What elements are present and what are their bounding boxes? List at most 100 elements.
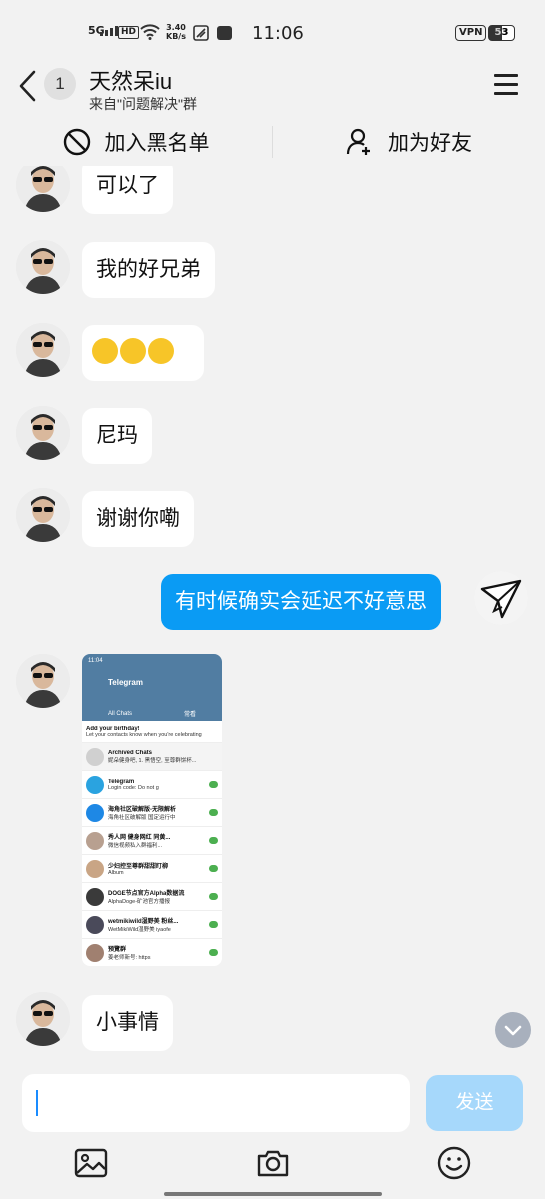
unread-count-badge[interactable]: 1 bbox=[44, 68, 76, 100]
crying-emoji-icon bbox=[148, 338, 174, 365]
camera-icon[interactable] bbox=[255, 1145, 291, 1181]
message-bubble[interactable]: 尼玛 bbox=[82, 408, 152, 464]
clock: 11:06 bbox=[252, 23, 304, 44]
battery-level: 53 bbox=[494, 27, 509, 38]
text-caret bbox=[36, 1090, 38, 1116]
chat-title: 天然呆iu bbox=[89, 69, 173, 94]
screenshot-chat-avatar bbox=[86, 887, 104, 906]
composer: 发送 bbox=[0, 1070, 545, 1136]
screenshot-chat-row: 预覽群 姜老师新号: https bbox=[82, 939, 222, 966]
emoji-message-bubble[interactable] bbox=[82, 325, 204, 381]
screenshot-app-title: Telegram bbox=[108, 678, 143, 687]
screenshot-chat-avatar bbox=[86, 915, 104, 934]
screenshot-chat-row: wetmikiwild湿野美 粉丝... WetMikiWild湿野美 iyaof… bbox=[82, 911, 222, 939]
chevron-down-icon bbox=[504, 1025, 522, 1036]
screenshot-unread-badge bbox=[209, 781, 218, 788]
screenshot-chat-name: wetmikiwild湿野美 粉丝... bbox=[108, 919, 179, 925]
screenshot-chat-preview: 妮朵健身吧, 1. 黑悟空, 至尊群饼杯... bbox=[108, 757, 197, 764]
screenshot-chat-row: 海角社区破解版-无限解析 海角社区破解版 国定运行中 bbox=[82, 799, 222, 827]
menu-icon[interactable] bbox=[494, 74, 520, 96]
chat-subtitle: 来自"问题解决"群 bbox=[89, 96, 197, 112]
block-button[interactable]: 加入黑名单 bbox=[0, 118, 272, 166]
screenshot-chat-preview: Album bbox=[108, 870, 124, 876]
screenshot-tab-all: All Chats bbox=[107, 710, 132, 717]
message-bubble[interactable]: 谢谢你嘞 bbox=[82, 491, 194, 547]
screenshot-chat-avatar bbox=[86, 831, 104, 850]
screenshot-unread-badge bbox=[209, 865, 218, 872]
screenshot-chat-avatar bbox=[86, 943, 104, 962]
screenshot-chat-text: 海角社区破解版-无限解析 海角社区破解版 国定运行中 bbox=[108, 804, 205, 821]
sender-avatar[interactable] bbox=[16, 166, 70, 212]
screenshot-chat-preview: Login code: Do not g bbox=[108, 784, 159, 791]
screenshot-unread-badge bbox=[209, 837, 218, 844]
crying-emoji-icon bbox=[120, 338, 146, 365]
screenshot-chat-preview: WetMikiWild湿野美 iyaofe bbox=[108, 927, 171, 933]
wifi-icon bbox=[140, 24, 160, 40]
home-indicator[interactable] bbox=[164, 1192, 382, 1196]
screenshot-chat-preview: 海角社区破解版 国定运行中 bbox=[108, 815, 176, 821]
vpn-badge: VPN bbox=[455, 25, 487, 41]
add-friend-button[interactable]: 加为好友 bbox=[273, 118, 545, 166]
block-icon bbox=[63, 128, 90, 156]
add-friend-label: 加为好友 bbox=[388, 132, 472, 155]
screenshot-chat-text: Archived Chats 妮朵健身吧, 1. 黑悟空, 至尊群饼杯... bbox=[108, 750, 218, 764]
sender-avatar[interactable] bbox=[16, 488, 70, 542]
app-notification-icon bbox=[217, 26, 232, 40]
screenshot-tab-other: 常看 bbox=[183, 712, 196, 718]
network-speed: 3.40 KB/s bbox=[166, 23, 186, 41]
message-list[interactable]: 可以了 我的好兄弟 尼玛 谢谢你嘞 有时候确实会延迟不好意思 11:04 Tel… bbox=[0, 166, 545, 1070]
message-bubble[interactable]: 可以了 bbox=[82, 166, 173, 214]
status-bar: 5G HD 3.40 KB/s 11:06 VPN 53 bbox=[0, 0, 545, 62]
sender-avatar[interactable] bbox=[16, 406, 70, 460]
screenshot-chat-name: DOGE节点官方Alpha数据流 bbox=[108, 891, 185, 897]
screenshot-chat-text: 秀人网 健身网红 同黄... 微信视频私入群福利... bbox=[108, 832, 205, 849]
screenshot-chat-name: 秀人网 健身网红 同黄... bbox=[108, 835, 171, 841]
screenshot-chat-avatar bbox=[86, 747, 104, 766]
screenshot-chat-avatar bbox=[86, 803, 104, 822]
composer-toolbar bbox=[0, 1136, 545, 1199]
screenshot-chat-name: Archived Chats bbox=[108, 749, 153, 756]
screenshot-chat-text: wetmikiwild湿野美 粉丝... WetMikiWild湿野美 iyaof… bbox=[108, 916, 205, 933]
screenshot-chat-text: Telegram Login code: Do not g bbox=[108, 779, 205, 791]
my-avatar[interactable] bbox=[474, 571, 528, 625]
screenshot-chat-text: DOGE节点官方Alpha数据流 AlphaDoge-矿池官方播报 bbox=[108, 888, 205, 905]
hd-badge: HD bbox=[118, 26, 140, 39]
screenshot-chat-name: 海角社区破解版-无限解析 bbox=[108, 807, 176, 813]
message-input[interactable] bbox=[22, 1074, 410, 1132]
screenshot-unread-badge bbox=[209, 921, 218, 928]
screenshot-chat-row: 少妇控至尊群甜甜盯柳 Album bbox=[82, 855, 222, 883]
message-bubble[interactable]: 我的好兄弟 bbox=[82, 242, 215, 298]
sender-avatar[interactable] bbox=[16, 323, 70, 377]
screenshot-chat-preview: AlphaDoge-矿池官方播报 bbox=[108, 899, 171, 905]
screenshot-chat-row: Add your birthday! Let your contacts know… bbox=[82, 721, 222, 743]
stranger-action-bar: 加入黑名单 加为好友 bbox=[0, 118, 545, 166]
speed-value: 3.40 bbox=[166, 23, 186, 32]
crying-emoji-icon bbox=[92, 338, 118, 365]
screenshot-tabs: All Chats 常看 bbox=[82, 706, 222, 721]
chat-header: 1 天然呆iu 来自"问题解决"群 bbox=[0, 62, 545, 118]
screenshot-chat-text: Add your birthday! Let your contacts know… bbox=[86, 726, 218, 738]
screenshot-unread-badge bbox=[209, 949, 218, 956]
screenshot-chat-preview: 姜老师新号: https bbox=[108, 955, 151, 961]
screenshot-chat-avatar bbox=[86, 775, 104, 794]
screenshot-unread-badge bbox=[209, 893, 218, 900]
send-button[interactable]: 发送 bbox=[426, 1075, 523, 1131]
back-arrow-icon[interactable] bbox=[16, 68, 40, 104]
image-message[interactable]: 11:04 Telegram All Chats 常看 Add your bir… bbox=[82, 654, 222, 966]
emoji-icon[interactable] bbox=[436, 1145, 472, 1181]
screenshot-chat-name: 少妇控至尊群甜甜盯柳 bbox=[108, 864, 169, 870]
nfc-icon bbox=[193, 25, 209, 41]
screenshot-chat-row: DOGE节点官方Alpha数据流 AlphaDoge-矿池官方播报 bbox=[82, 883, 222, 911]
sender-avatar[interactable] bbox=[16, 654, 70, 708]
screenshot-chat-row: Telegram Login code: Do not g bbox=[82, 771, 222, 799]
screenshot-chat-row: Archived Chats 妮朵健身吧, 1. 黑悟空, 至尊群饼杯... bbox=[82, 743, 222, 771]
image-icon[interactable] bbox=[73, 1145, 109, 1181]
my-message-bubble[interactable]: 有时候确实会延迟不好意思 bbox=[161, 574, 441, 630]
signal-icon bbox=[100, 26, 118, 36]
add-user-icon bbox=[346, 128, 370, 155]
screenshot-unread-badge bbox=[209, 809, 218, 816]
sender-avatar[interactable] bbox=[16, 240, 70, 294]
sender-avatar[interactable] bbox=[16, 992, 70, 1046]
scroll-to-bottom-button[interactable] bbox=[495, 1012, 531, 1048]
message-bubble[interactable]: 小事情 bbox=[82, 995, 173, 1051]
